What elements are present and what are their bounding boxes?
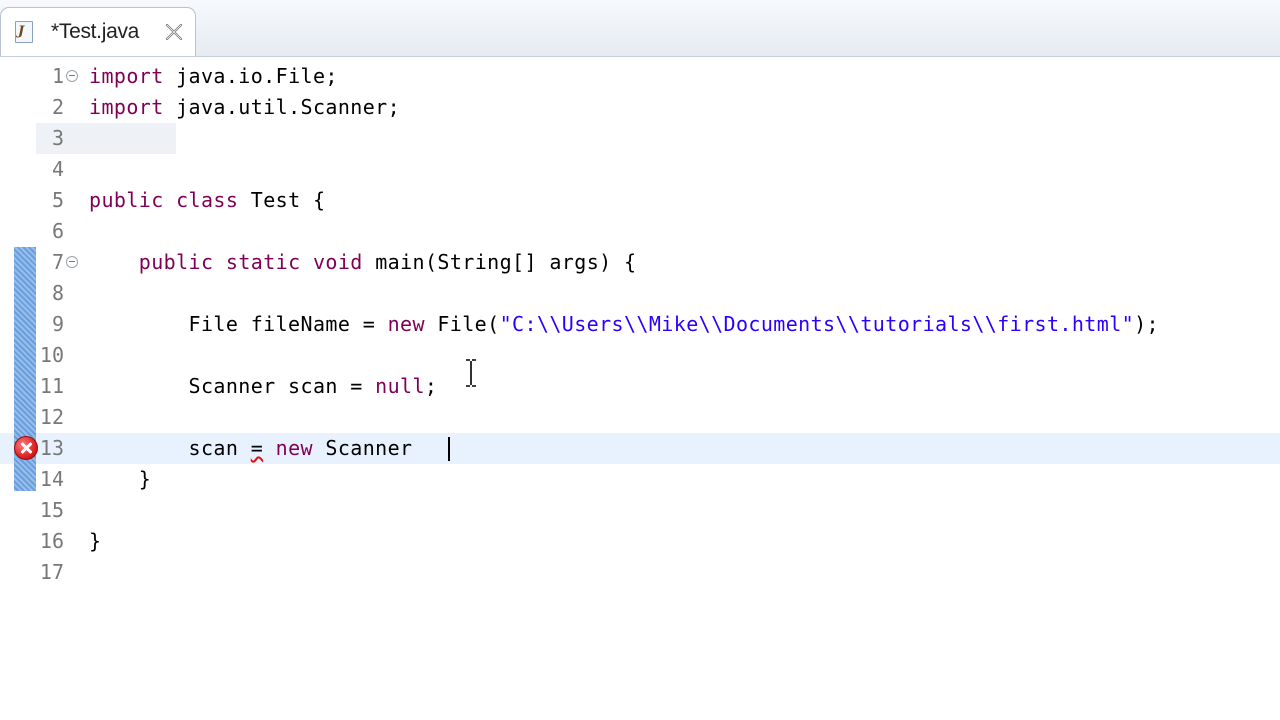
code-line[interactable]: 8 — [0, 278, 1280, 309]
code-line-current[interactable]: 13 scan = new Scanner — [0, 433, 1280, 464]
line-number: 14 — [39, 467, 64, 491]
code-line[interactable]: 14 } — [0, 464, 1280, 495]
line-number: 5 — [51, 188, 64, 212]
code-line[interactable]: 7 public static void main(String[] args)… — [0, 247, 1280, 278]
line-number: 10 — [39, 343, 64, 367]
editor-tab-bar: J *Test.java — [0, 0, 1280, 57]
code-text: public class Test { — [89, 188, 326, 212]
code-line[interactable]: 3 — [0, 123, 1280, 154]
code-line[interactable]: 4 — [0, 154, 1280, 185]
close-icon[interactable] — [163, 21, 185, 43]
line-number: 8 — [51, 281, 64, 305]
error-icon[interactable] — [14, 436, 38, 460]
line-number: 1 — [51, 64, 64, 88]
code-text: import java.util.Scanner; — [89, 95, 401, 119]
line-number: 11 — [39, 374, 64, 398]
line-number: 2 — [51, 95, 64, 119]
code-line[interactable]: 10 — [0, 340, 1280, 371]
code-line[interactable]: 12 — [0, 402, 1280, 433]
code-lines: 1 import java.io.File; 2 import java.uti… — [0, 61, 1280, 588]
line-number: 13 — [39, 436, 64, 460]
line-number: 9 — [51, 312, 64, 336]
line-number: 17 — [39, 560, 64, 584]
code-line[interactable]: 17 — [0, 557, 1280, 588]
line-number: 3 — [51, 126, 64, 150]
code-line[interactable]: 15 — [0, 495, 1280, 526]
line-number: 7 — [51, 250, 64, 274]
code-text: Scanner scan = null; — [89, 374, 438, 398]
code-line[interactable]: 9 File fileName = new File("C:\\Users\\M… — [0, 309, 1280, 340]
line-number: 16 — [39, 529, 64, 553]
code-line[interactable]: 16 } — [0, 526, 1280, 557]
line-number: 12 — [39, 405, 64, 429]
code-text: File fileName = new File("C:\\Users\\Mik… — [89, 312, 1159, 336]
ibeam-cursor-icon — [466, 359, 476, 387]
code-editor[interactable]: 1 import java.io.File; 2 import java.uti… — [0, 57, 1280, 720]
line-number: 15 — [39, 498, 64, 522]
code-line[interactable]: 2 import java.util.Scanner; — [0, 92, 1280, 123]
text-caret — [448, 437, 450, 461]
java-file-icon: J — [15, 21, 33, 43]
fold-collapse-icon[interactable] — [66, 70, 78, 82]
tab-title: *Test.java — [51, 20, 140, 43]
code-text: } — [89, 467, 152, 491]
code-text: import java.io.File; — [89, 64, 338, 88]
code-text: public static void main(String[] args) { — [138, 250, 637, 274]
tab-test-java[interactable]: J *Test.java — [0, 7, 196, 56]
code-text: } — [89, 529, 102, 553]
code-line[interactable]: 1 import java.io.File; — [0, 61, 1280, 92]
code-line[interactable]: 5 public class Test { — [0, 185, 1280, 216]
java-file-icon-letter: J — [18, 24, 25, 39]
code-text: scan = new Scanner — [89, 436, 413, 460]
code-line[interactable]: 6 — [0, 216, 1280, 247]
code-line[interactable]: 11 Scanner scan = null; — [0, 371, 1280, 402]
line-number: 4 — [51, 157, 64, 181]
fold-collapse-icon[interactable] — [66, 256, 78, 268]
line-number: 6 — [51, 219, 64, 243]
